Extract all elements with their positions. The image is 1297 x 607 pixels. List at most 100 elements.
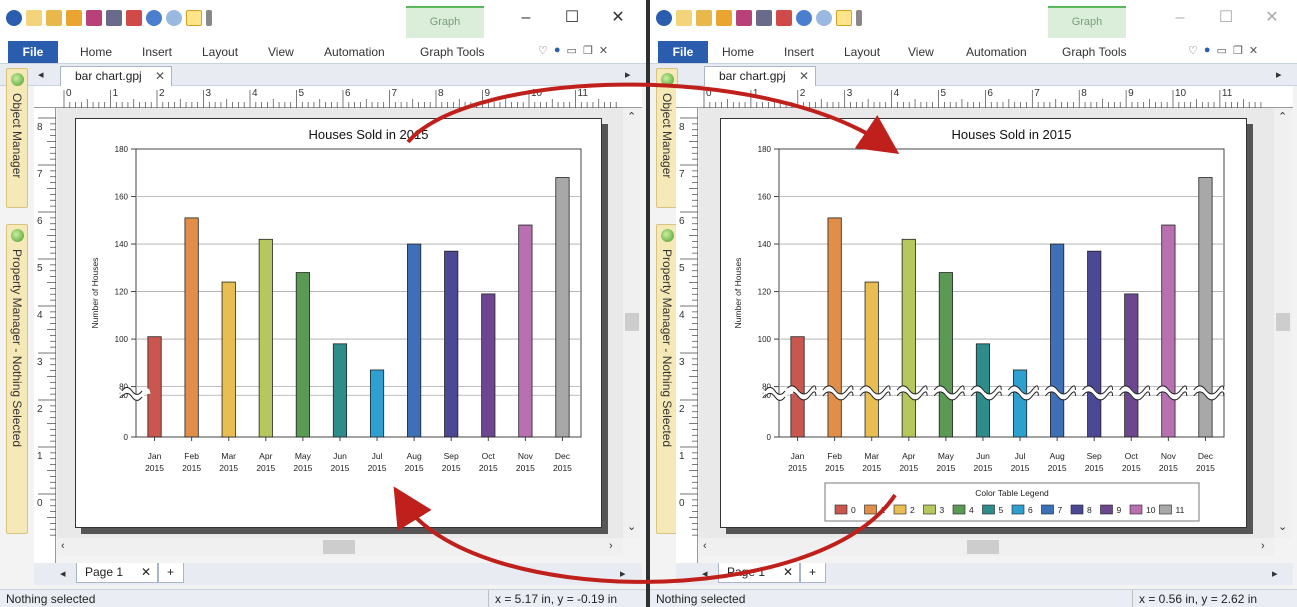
new-folder-icon[interactable]: [696, 10, 712, 26]
tab-automation[interactable]: Automation: [966, 45, 1027, 59]
save-icon[interactable]: [736, 10, 752, 26]
scroll-up-icon[interactable]: ⌃: [1278, 110, 1287, 123]
object-manager-button[interactable]: Object Manager: [656, 68, 678, 208]
maximize-button[interactable]: ☐: [562, 8, 582, 28]
horizontal-scroll-thumb[interactable]: [323, 540, 355, 554]
close-page-icon[interactable]: ✕: [141, 565, 151, 579]
bar-chart[interactable]: Houses Sold in 201502080100120140160180N…: [721, 119, 1248, 529]
tab-scroll-right-icon[interactable]: ▸: [1276, 68, 1282, 81]
tab-file[interactable]: File: [8, 41, 58, 63]
tab-scroll-left-icon[interactable]: ◂: [38, 68, 44, 81]
tab-automation[interactable]: Automation: [324, 45, 385, 59]
doc-minimize-icon[interactable]: ▭: [1217, 44, 1227, 57]
tab-home[interactable]: Home: [80, 45, 112, 59]
scroll-right-icon[interactable]: ›: [609, 540, 613, 552]
new-icon[interactable]: [676, 10, 692, 26]
export-icon[interactable]: [776, 10, 792, 26]
document-tab[interactable]: bar chart.gpj ✕: [60, 66, 172, 86]
scroll-left-icon[interactable]: ‹: [61, 540, 65, 552]
graph-context-tab[interactable]: Graph: [1048, 6, 1126, 38]
tab-insert[interactable]: Insert: [784, 45, 814, 59]
vertical-scroll-thumb[interactable]: [1276, 313, 1290, 331]
graph-canvas[interactable]: Houses Sold in 2015 0 20 80 100 120 140 160 180 N…: [699, 108, 1274, 538]
close-tab-icon[interactable]: ✕: [799, 69, 809, 83]
scroll-down-icon[interactable]: ⌄: [627, 520, 636, 533]
open-icon[interactable]: [66, 10, 82, 26]
app-globe-icon[interactable]: [6, 10, 22, 26]
doc-minimize-icon[interactable]: ▭: [567, 44, 577, 57]
select-pointer-icon[interactable]: [186, 10, 202, 26]
property-manager-button[interactable]: Property Manager - Nothing Selected: [656, 224, 678, 534]
graph-page[interactable]: Houses Sold in 2015 0 20 80 100 120 140 160 180 N…: [75, 118, 602, 528]
help-icon[interactable]: ●: [554, 44, 561, 57]
select-pointer-icon[interactable]: [836, 10, 852, 26]
redo-icon[interactable]: [166, 10, 182, 26]
page-tab[interactable]: Page 1 ✕: [718, 563, 800, 583]
graph-canvas[interactable]: Houses Sold in 2015 0 20 80 100 120 140 160 180 N…: [57, 108, 623, 538]
page-scroll-left-icon[interactable]: ◂: [60, 567, 66, 580]
new-icon[interactable]: [26, 10, 42, 26]
page-scroll-right-icon[interactable]: ▸: [620, 567, 626, 580]
ribbon-collapse-icon[interactable]: ♡: [538, 44, 548, 57]
horizontal-scrollbar[interactable]: ‹ ›: [699, 538, 1274, 556]
tab-insert[interactable]: Insert: [142, 45, 172, 59]
vertical-scrollbar[interactable]: ⌃ ⌄: [623, 108, 641, 538]
help-icon[interactable]: ●: [1204, 44, 1211, 57]
redo-icon[interactable]: [816, 10, 832, 26]
tab-layout[interactable]: Layout: [202, 45, 238, 59]
horizontal-scroll-thumb[interactable]: [967, 540, 999, 554]
scroll-up-icon[interactable]: ⌃: [627, 110, 636, 123]
scroll-left-icon[interactable]: ‹: [703, 540, 707, 552]
property-manager-button[interactable]: Property Manager - Nothing Selected: [6, 224, 28, 534]
print-icon[interactable]: [106, 10, 122, 26]
x-tick-label: Aug: [1050, 451, 1065, 461]
graph-page[interactable]: Houses Sold in 2015 0 20 80 100 120 140 160 180 N…: [720, 118, 1247, 528]
ribbon-collapse-icon[interactable]: ♡: [1188, 44, 1198, 57]
customize-dropdown-icon[interactable]: [206, 10, 212, 26]
vertical-scrollbar[interactable]: ⌃ ⌄: [1274, 108, 1292, 538]
open-icon[interactable]: [716, 10, 732, 26]
object-manager-button[interactable]: Object Manager: [6, 68, 28, 208]
tab-file[interactable]: File: [658, 41, 708, 63]
export-icon[interactable]: [126, 10, 142, 26]
undo-icon[interactable]: [796, 10, 812, 26]
page-scroll-right-icon[interactable]: ▸: [1272, 567, 1278, 580]
close-button[interactable]: ✕: [1262, 8, 1282, 28]
vertical-scroll-thumb[interactable]: [625, 313, 639, 331]
document-tab[interactable]: bar chart.gpj ✕: [704, 66, 816, 86]
undo-icon[interactable]: [146, 10, 162, 26]
close-page-icon[interactable]: ✕: [783, 565, 793, 579]
tab-home[interactable]: Home: [722, 45, 754, 59]
scroll-down-icon[interactable]: ⌄: [1278, 520, 1287, 533]
legend-label: 10: [1146, 505, 1156, 515]
doc-restore-icon[interactable]: ❐: [1233, 44, 1243, 57]
print-icon[interactable]: [756, 10, 772, 26]
save-icon[interactable]: [86, 10, 102, 26]
scroll-right-icon[interactable]: ›: [1261, 540, 1265, 552]
doc-restore-icon[interactable]: ❐: [583, 44, 593, 57]
ruler-number: 5: [679, 263, 685, 274]
page-tab[interactable]: Page 1 ✕: [76, 563, 158, 583]
tab-graph-tools[interactable]: Graph Tools: [420, 45, 484, 59]
tab-layout[interactable]: Layout: [844, 45, 880, 59]
horizontal-scrollbar[interactable]: ‹ ›: [57, 538, 623, 556]
tab-view[interactable]: View: [268, 45, 294, 59]
tab-scroll-right-icon[interactable]: ▸: [625, 68, 631, 81]
bar-chart[interactable]: Houses Sold in 201502080100120140160180N…: [76, 119, 603, 529]
add-page-tab[interactable]: +: [158, 563, 184, 583]
app-globe-icon[interactable]: [656, 10, 672, 26]
minimize-button[interactable]: –: [516, 8, 536, 28]
tab-graph-tools[interactable]: Graph Tools: [1062, 45, 1126, 59]
customize-dropdown-icon[interactable]: [856, 10, 862, 26]
doc-close-icon[interactable]: ✕: [1249, 44, 1258, 57]
new-folder-icon[interactable]: [46, 10, 62, 26]
maximize-button[interactable]: ☐: [1216, 8, 1236, 28]
page-scroll-left-icon[interactable]: ◂: [702, 567, 708, 580]
graph-context-tab[interactable]: Graph: [406, 6, 484, 38]
add-page-tab[interactable]: +: [800, 563, 826, 583]
close-tab-icon[interactable]: ✕: [155, 69, 165, 83]
doc-close-icon[interactable]: ✕: [599, 44, 608, 57]
minimize-button[interactable]: –: [1170, 8, 1190, 28]
close-button[interactable]: ✕: [608, 8, 628, 28]
tab-view[interactable]: View: [908, 45, 934, 59]
